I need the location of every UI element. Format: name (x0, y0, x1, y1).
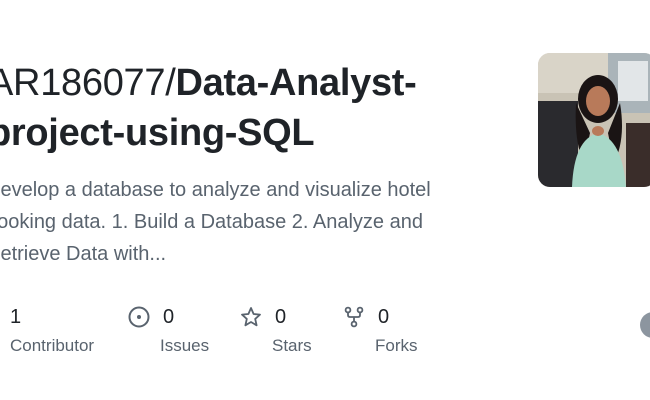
repo-owner: AR186077/ (0, 62, 176, 104)
repo-description: Develop a database to analyze and visual… (0, 174, 486, 270)
forks-label: Forks (375, 336, 418, 355)
description-line: Develop a database to analyze and visual… (0, 179, 431, 201)
repo-name-line1: Data-Analyst- (175, 62, 417, 104)
stars-count: 0 (275, 305, 287, 328)
issue-icon (128, 306, 150, 328)
forks-count: 0 (378, 305, 390, 328)
description-line: Retrieve Data with... (0, 243, 167, 265)
stat-stars: 0 Stars (240, 304, 312, 356)
owner-avatar (538, 53, 650, 187)
star-icon (240, 306, 262, 328)
repo-name-line2: project-using-SQL (0, 112, 315, 154)
fork-icon (343, 306, 365, 328)
stat-contributors: 1 Contributor (10, 304, 94, 356)
stat-issues: 0 Issues (128, 304, 209, 356)
issues-count: 0 (163, 305, 175, 328)
description-line: booking data. 1. Build a Database 2. Ana… (0, 211, 423, 233)
repo-title: AR186077/Data-Analyst- project-using-SQL (0, 58, 508, 158)
contributors-count: 1 (10, 305, 22, 328)
stars-label: Stars (272, 336, 312, 355)
issues-label: Issues (160, 336, 210, 355)
stat-forks: 0 Forks (343, 304, 418, 356)
profile-icon[interactable] (640, 312, 650, 338)
contributors-label: Contributor (10, 336, 95, 355)
